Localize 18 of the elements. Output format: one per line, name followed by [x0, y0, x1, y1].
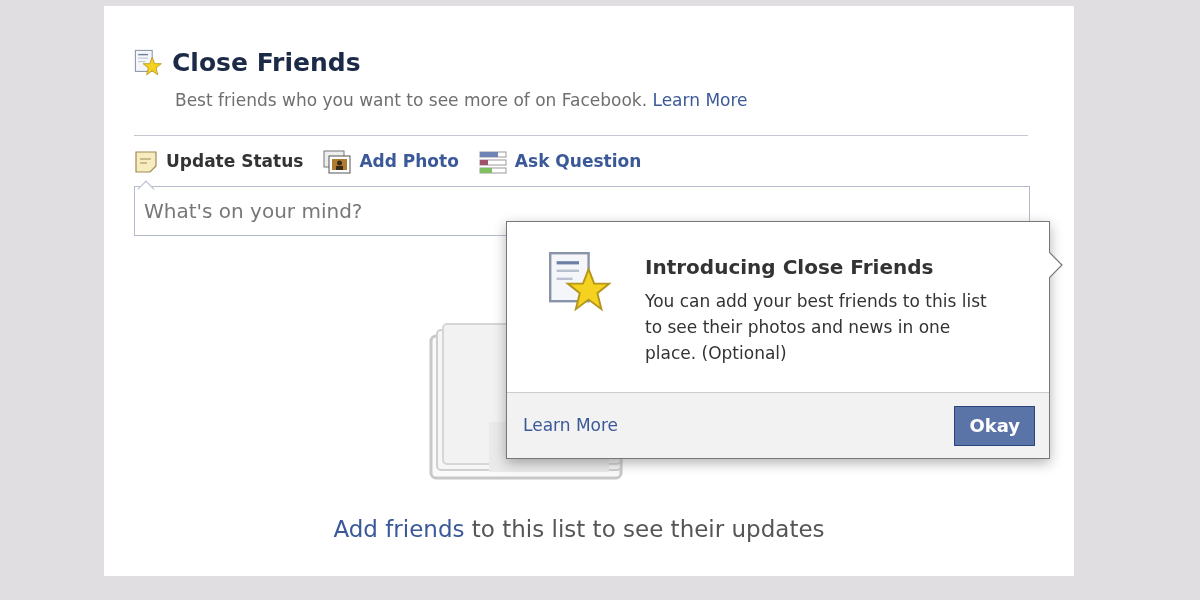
- star-list-icon: [134, 48, 162, 77]
- popup-title: Introducing Close Friends: [645, 254, 935, 281]
- page-description: Best friends who you want to see more of on Facebook.: [175, 89, 648, 110]
- popup-learn-more-link[interactable]: Learn More: [523, 412, 619, 439]
- photo-icon: [323, 150, 352, 174]
- note-icon: [134, 150, 158, 174]
- composer-tab[interactable]: Ask Question: [478, 149, 642, 175]
- learn-more-link[interactable]: Learn More: [652, 89, 748, 110]
- composer-tab[interactable]: Add Photo: [323, 149, 459, 175]
- empty-state-text: to this list to see their updates: [471, 516, 825, 542]
- star-list-icon: [547, 250, 611, 314]
- okay-button[interactable]: Okay: [954, 405, 1035, 446]
- page-title: Close Friends: [172, 47, 361, 79]
- status-input[interactable]: What's on your mind?: [134, 186, 1030, 236]
- add-friends-link[interactable]: Add friends: [333, 516, 465, 542]
- popup-body: You can add your best friends to this list to see their photos and news in one place. (Optional): [645, 290, 988, 365]
- poll-icon: [478, 150, 507, 174]
- composer-tab[interactable]: Update Status: [134, 149, 304, 175]
